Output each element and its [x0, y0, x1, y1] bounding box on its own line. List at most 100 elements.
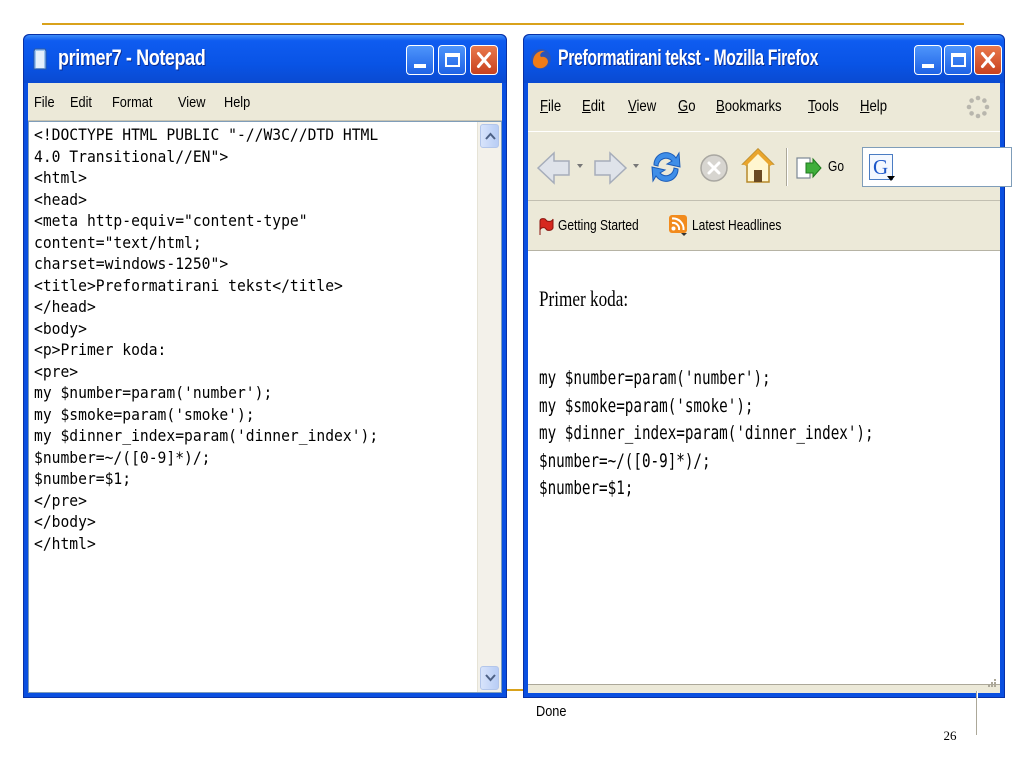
search-engine-glyph: G	[873, 155, 889, 179]
slide-page-number: 26	[943, 728, 957, 743]
maximize-icon	[445, 53, 460, 67]
chevron-down-icon	[887, 176, 895, 181]
menu-edit[interactable]: Edit	[70, 94, 92, 111]
bookmark-getting-started[interactable]: Getting Started	[558, 217, 639, 234]
minimize-icon	[922, 64, 934, 68]
code-line: <title>Preformatirani tekst</title>	[34, 276, 343, 295]
resize-grip-icon[interactable]	[983, 676, 997, 690]
menu-label: ookmarks	[724, 98, 782, 115]
pre-line: $number=$1;	[539, 477, 634, 499]
slide-bottom-rule	[505, 689, 523, 691]
status-bar: Done	[528, 679, 1000, 735]
reload-icon[interactable]	[648, 148, 684, 186]
code-line: content="text/html;	[34, 233, 202, 252]
menu-accel: G	[678, 98, 689, 115]
code-line: my $number=param('number');	[34, 384, 273, 402]
window-title: Preformatirani tekst - Mozilla Firefox	[558, 45, 819, 70]
menu-tools[interactable]: Tools	[808, 98, 839, 116]
menu-format[interactable]: Format	[112, 94, 152, 111]
chevron-down-icon[interactable]	[632, 162, 640, 170]
firefox-titlebar[interactable]: Preformatirani tekst - Mozilla Firefox	[524, 35, 1004, 83]
pre-line: my $number=param('number');	[539, 367, 771, 389]
bookmark-latest-headlines[interactable]: Latest Headlines	[692, 217, 781, 234]
scroll-up-button[interactable]	[480, 124, 499, 148]
window-title: primer7 - Notepad	[58, 45, 206, 70]
address-bar[interactable]: G	[862, 147, 1012, 187]
maximize-button[interactable]	[438, 45, 466, 75]
code-line: <!DOCTYPE HTML PUBLIC "-//W3C//DTD HTML	[34, 126, 379, 144]
back-arrow-icon[interactable]	[536, 150, 572, 186]
go-button-label[interactable]: Go	[828, 158, 844, 175]
home-icon[interactable]	[740, 146, 776, 186]
menu-view[interactable]: View	[628, 98, 656, 116]
menu-accel: F	[540, 98, 549, 115]
code-line: </body>	[34, 513, 96, 531]
slide-top-rule	[42, 23, 964, 25]
code-line: </html>	[34, 534, 96, 553]
menu-help[interactable]: Help	[224, 94, 250, 111]
menu-label: dit	[590, 98, 605, 115]
code-line: <pre>	[34, 362, 79, 381]
menu-accel: H	[860, 98, 870, 115]
notepad-titlebar[interactable]: primer7 - Notepad	[24, 35, 506, 83]
status-separator	[976, 691, 978, 735]
code-line: </pre>	[34, 491, 87, 510]
scroll-up-arrow-icon	[485, 132, 496, 140]
firefox-icon	[531, 49, 551, 69]
menu-label: elp	[869, 98, 887, 115]
pre-line: my $smoke=param('smoke');	[539, 394, 754, 417]
scroll-down-button[interactable]	[480, 666, 499, 690]
menu-go[interactable]: Go	[678, 98, 696, 116]
close-icon	[980, 52, 996, 68]
minimize-button[interactable]	[406, 45, 434, 75]
notepad-text-area[interactable]: <!DOCTYPE HTML PUBLIC "-//W3C//DTD HTML 4…	[28, 121, 502, 693]
minimize-button[interactable]	[914, 45, 942, 75]
firefox-menubar: File Edit View Go Bookmarks Tools Help	[528, 83, 1000, 131]
preformatted-block: my $number=param('number'); my $smoke=par…	[539, 365, 874, 503]
pre-line: my $dinner_index=param('dinner_index');	[539, 422, 874, 444]
menu-help[interactable]: Help	[860, 98, 887, 116]
search-engine-icon[interactable]: G	[869, 154, 895, 181]
menu-bookmarks[interactable]: Bookmarks	[716, 98, 782, 116]
close-button[interactable]	[974, 45, 1002, 75]
close-button[interactable]	[470, 45, 498, 75]
page-content: Primer koda: my $number=param('number');…	[528, 251, 1000, 684]
code-line: <p>Primer koda:	[34, 341, 167, 359]
getting-started-icon	[539, 218, 554, 235]
notepad-menubar: File Edit Format View Help	[28, 83, 502, 121]
code-line: my $smoke=param('smoke');	[34, 405, 255, 424]
toolbar-separator	[786, 148, 788, 186]
menu-edit[interactable]: Edit	[582, 98, 605, 116]
code-line: $number=$1;	[34, 470, 132, 488]
scroll-down-arrow-icon	[485, 674, 496, 682]
menu-label: o	[688, 98, 696, 115]
code-line: $number=~/([0-9]*)/;	[34, 448, 211, 467]
maximize-button[interactable]	[944, 45, 972, 75]
code-line: <meta http-equiv="content-type"	[34, 212, 308, 230]
code-line: charset=windows-1250">	[34, 255, 229, 273]
firefox-window: Preformatirani tekst - Mozilla Firefox F…	[523, 34, 1012, 735]
code-line: 4.0 Transitional//EN">	[34, 147, 229, 166]
menu-accel: B	[716, 98, 725, 115]
minimize-icon	[414, 64, 426, 68]
go-arrow-icon[interactable]	[796, 156, 822, 180]
menu-file[interactable]: File	[540, 98, 561, 116]
status-text: Done	[536, 703, 567, 720]
vertical-scrollbar[interactable]	[477, 122, 501, 692]
forward-arrow-icon[interactable]	[592, 150, 628, 186]
chevron-down-icon[interactable]	[576, 162, 584, 170]
code-line: <body>	[34, 319, 87, 338]
code-line: </head>	[34, 298, 96, 316]
menu-label: ile	[548, 98, 562, 115]
maximize-icon	[951, 53, 966, 67]
navigation-toolbar: Go G	[528, 131, 1012, 201]
throbber-icon	[966, 95, 990, 119]
menu-file[interactable]: File	[34, 94, 55, 111]
menu-view[interactable]: View	[178, 94, 205, 111]
close-icon	[476, 52, 492, 68]
source-code: <!DOCTYPE HTML PUBLIC "-//W3C//DTD HTML 4…	[34, 125, 445, 555]
stop-icon[interactable]	[698, 152, 730, 184]
menu-accel: E	[582, 98, 591, 115]
pre-line: $number=~/([0-9]*)/;	[539, 449, 711, 472]
menu-label: iew	[636, 98, 657, 115]
